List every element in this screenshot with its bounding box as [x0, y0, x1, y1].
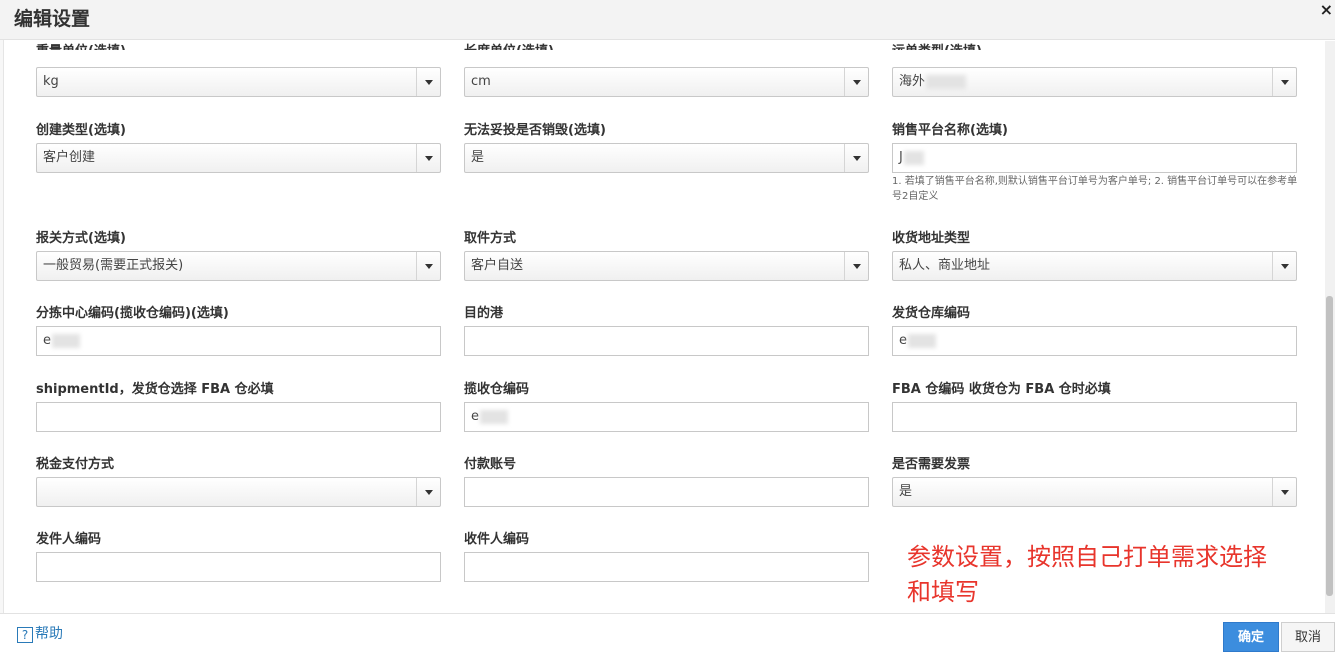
- chevron-down-icon: [844, 252, 868, 280]
- chevron-down-icon: [416, 252, 440, 280]
- pickup-mode-label: 取件方式: [464, 231, 517, 246]
- chevron-down-icon: [1272, 478, 1296, 506]
- redacted-blur: [480, 409, 508, 424]
- chevron-down-icon: [1272, 252, 1296, 280]
- length-unit-label: 长度单位(选填): [464, 41, 554, 50]
- need-invoice-label: 是否需要发票: [892, 457, 971, 472]
- chevron-down-icon: [844, 144, 868, 172]
- close-icon[interactable]: ×: [1320, 0, 1333, 19]
- address-type-label: 收货地址类型: [892, 231, 971, 246]
- shipment-id-label: shipmentId，发货仓选择 FBA 仓必填: [36, 382, 274, 397]
- customs-mode-value: 一般贸易(需要正式报关): [43, 258, 184, 273]
- confirm-button[interactable]: 确定: [1223, 622, 1279, 652]
- shipment-type-label: 运单类型(选填): [892, 41, 982, 50]
- fba-warehouse-label: FBA 仓编码 收货仓为 FBA 仓时必填: [892, 382, 1111, 397]
- annotation-line-1: 参数设置，按照自己打单需求选择: [907, 543, 1267, 571]
- redacted-blur: [52, 333, 80, 348]
- length-unit-select[interactable]: cm: [464, 67, 869, 97]
- sorting-center-input[interactable]: e: [36, 326, 441, 356]
- warehouse-code-value: e: [899, 333, 907, 348]
- weight-unit-label: 重量单位(选填): [36, 41, 126, 50]
- scrollbar-thumb[interactable]: [1326, 296, 1333, 596]
- dialog-footer: ? 帮助 确定 取消: [0, 613, 1335, 652]
- payment-account-label: 付款账号: [464, 457, 517, 472]
- weight-unit-value: kg: [43, 74, 59, 89]
- need-invoice-select[interactable]: 是: [892, 477, 1297, 507]
- destroy-label: 无法妥投是否销毁(选填): [464, 123, 606, 138]
- customs-mode-label: 报关方式(选填): [36, 231, 126, 246]
- platform-name-hint: 1. 若填了销售平台名称,则默认销售平台订单号为客户单号; 2. 销售平台订单号…: [892, 176, 1298, 202]
- platform-name-label: 销售平台名称(选填): [892, 123, 1008, 138]
- sorting-center-value: e: [43, 333, 51, 348]
- fba-warehouse-input[interactable]: [892, 402, 1297, 432]
- vertical-scrollbar[interactable]: [1325, 41, 1335, 613]
- red-annotation: 参数设置，按照自己打单需求选择 和填写: [907, 540, 1307, 610]
- destination-port-input[interactable]: [464, 326, 869, 356]
- settings-form: 重量单位(选填) kg 长度单位(选填) cm 运单类型(选填) 海外 创建类型…: [0, 41, 1325, 613]
- warehouse-code-input[interactable]: e: [892, 326, 1297, 356]
- tax-payment-label: 税金支付方式: [36, 457, 115, 472]
- pickup-mode-value: 客户自送: [471, 258, 524, 273]
- chevron-down-icon: [416, 144, 440, 172]
- sorting-center-label: 分拣中心编码(揽收仓编码)(选填): [36, 306, 229, 321]
- weight-unit-select[interactable]: kg: [36, 67, 441, 97]
- receiver-code-label: 收件人编码: [464, 532, 530, 547]
- annotation-line-2: 和填写: [907, 578, 979, 606]
- create-type-select[interactable]: 客户创建: [36, 143, 441, 173]
- collect-warehouse-label: 揽收仓编码: [464, 382, 530, 397]
- chevron-down-icon: [416, 478, 440, 506]
- collect-warehouse-value: e: [471, 409, 479, 424]
- chevron-down-icon: [1272, 68, 1296, 96]
- collect-warehouse-input[interactable]: e: [464, 402, 869, 432]
- create-type-label: 创建类型(选填): [36, 123, 126, 138]
- address-type-value: 私人、商业地址: [899, 258, 991, 273]
- warehouse-code-label: 发货仓库编码: [892, 306, 971, 321]
- redacted-blur: [908, 333, 936, 348]
- help-link[interactable]: ? 帮助: [17, 623, 63, 643]
- chevron-down-icon: [416, 68, 440, 96]
- redacted-blur: [903, 150, 924, 165]
- destination-port-label: 目的港: [464, 306, 504, 321]
- address-type-select[interactable]: 私人、商业地址: [892, 251, 1297, 281]
- sender-code-label: 发件人编码: [36, 532, 102, 547]
- shipment-type-select[interactable]: 海外: [892, 67, 1297, 97]
- cancel-button[interactable]: 取消: [1281, 622, 1335, 652]
- redacted-blur: [926, 74, 967, 89]
- dialog-title: 编辑设置: [14, 8, 91, 30]
- help-icon: ?: [17, 627, 33, 643]
- payment-account-input[interactable]: [464, 477, 869, 507]
- need-invoice-value: 是: [899, 484, 913, 499]
- platform-name-input[interactable]: J: [892, 143, 1297, 173]
- shipment-id-input[interactable]: [36, 402, 441, 432]
- tax-payment-select[interactable]: [36, 477, 441, 507]
- dialog-header: 编辑设置 ×: [0, 0, 1335, 40]
- length-unit-value: cm: [471, 74, 491, 89]
- destroy-select[interactable]: 是: [464, 143, 869, 173]
- customs-mode-select[interactable]: 一般贸易(需要正式报关): [36, 251, 441, 281]
- sender-code-input[interactable]: [36, 552, 441, 582]
- destroy-value: 是: [471, 150, 485, 165]
- chevron-down-icon: [844, 68, 868, 96]
- platform-name-value: J: [899, 150, 903, 165]
- pickup-mode-select[interactable]: 客户自送: [464, 251, 869, 281]
- create-type-value: 客户创建: [43, 150, 96, 165]
- shipment-type-value: 海外: [899, 74, 926, 89]
- edit-settings-dialog: 编辑设置 × 重量单位(选填) kg 长度单位(选填) cm 运单类型(选填) …: [0, 0, 1335, 652]
- receiver-code-input[interactable]: [464, 552, 869, 582]
- help-label: 帮助: [35, 626, 63, 642]
